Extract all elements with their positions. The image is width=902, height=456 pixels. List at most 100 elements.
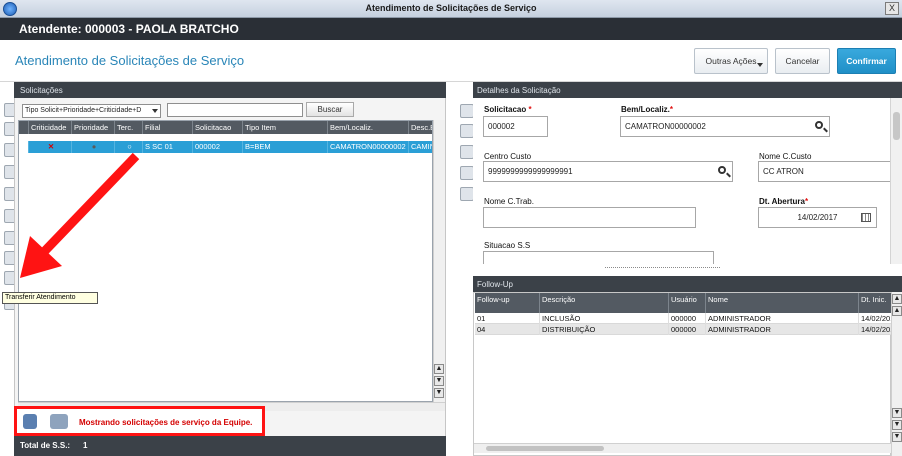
fu-cell-descricao: INCLUSÃO: [540, 313, 669, 324]
scroll-top-icon[interactable]: ▲: [892, 294, 902, 304]
grid-header: Criticidade Prioridade Terc. Filial Soli…: [19, 121, 432, 134]
team-icon[interactable]: [50, 414, 68, 429]
total-value: 1: [83, 441, 88, 450]
search-icon[interactable]: [815, 121, 823, 129]
col-usuario[interactable]: Usuário: [669, 293, 706, 313]
table-row[interactable]: 01 INCLUSÃO 000000 ADMINISTRADOR 14/02/2…: [475, 313, 892, 324]
col-solicitacao[interactable]: Solicitacao: [193, 121, 243, 134]
fu-cell-followup: 04: [475, 324, 540, 335]
chevron-down-icon: [757, 63, 763, 67]
total-footer: Total de S.S.: 1: [14, 436, 446, 456]
followup-vscroll[interactable]: ▲ ▲ ▼ ▼ ▼: [891, 292, 902, 456]
scroll-bottom-icon[interactable]: ▼: [434, 388, 444, 398]
cancel-button[interactable]: Cancelar: [775, 48, 830, 74]
col-dt-inic[interactable]: Dt. Inic.: [859, 293, 892, 313]
search-input[interactable]: [167, 103, 303, 117]
fu-cell-nome: ADMINISTRADOR: [706, 313, 859, 324]
solicitacao-label: Solicitacao *: [484, 105, 532, 114]
centro-custo-value: 9999999999999999991: [488, 167, 573, 176]
panel-splitter[interactable]: [605, 267, 720, 269]
outras-acoes-label: Outras Ações: [705, 56, 757, 66]
grid-header-blank: [19, 121, 29, 134]
nome-ctrab-label: Nome C.Trab.: [484, 197, 534, 206]
fu-cell-descricao: DISTRIBUIÇÃO: [540, 324, 669, 335]
col-criticidade[interactable]: Criticidade: [29, 121, 72, 134]
window-titlebar: Atendimento de Solicitações de Serviço X: [0, 0, 902, 18]
col-terc[interactable]: Terc.: [115, 121, 143, 134]
col-desc-bem[interactable]: Desc.B: [409, 121, 432, 134]
detalhes-body: Solicitacao * 000002 Bem/Localiz.* CAMAT…: [473, 98, 891, 264]
chevron-down-icon: [152, 109, 158, 113]
col-filial[interactable]: Filial: [143, 121, 193, 134]
dt-abertura-value: 14/02/2017: [797, 213, 838, 222]
followup-hscroll[interactable]: [474, 443, 891, 453]
document-icon[interactable]: [460, 145, 474, 159]
fu-cell-dt: 14/02/2017: [861, 325, 892, 334]
cell-desc: CAMINH: [411, 142, 432, 151]
nome-ccusto-label: Nome C.Custo: [759, 152, 812, 161]
fu-cell-nome: ADMINISTRADOR: [706, 324, 859, 335]
order-select[interactable]: Tipo Solicit+Prioridade+Criticidade+D: [22, 104, 161, 118]
calculator-icon[interactable]: [460, 187, 474, 201]
annotation-box: Mostrando solicitações de serviço da Equ…: [14, 406, 265, 436]
col-prioridade[interactable]: Prioridade: [72, 121, 115, 134]
fu-cell-usuario: 000000: [669, 324, 706, 335]
situacao-select[interactable]: [483, 251, 714, 264]
fu-cell-usuario: 000000: [669, 313, 706, 324]
col-bem-localiz[interactable]: Bem/Localiz.: [328, 121, 409, 134]
followup-header: Follow-Up: [473, 276, 902, 292]
scroll-up-icon[interactable]: ▲: [892, 306, 902, 316]
detalhes-vscroll[interactable]: [890, 98, 902, 264]
situacao-label: Situacao S.S: [484, 241, 531, 250]
col-followup[interactable]: Follow-up: [475, 293, 540, 313]
detalhes-header: Detalhes da Solicitação: [473, 82, 902, 98]
scroll-bottom-icon[interactable]: ▼: [892, 420, 902, 430]
dt-abertura-field[interactable]: 14/02/2017: [758, 207, 877, 228]
fu-cell-followup: 01: [475, 313, 540, 324]
cell-bem: CAMATRON00000002: [328, 141, 409, 153]
col-nome[interactable]: Nome: [706, 293, 859, 313]
scroll-down-icon[interactable]: ▼: [434, 376, 444, 386]
fu-cell-dt: 14/02/2017: [861, 314, 892, 323]
page-title: Atendimento de Solicitações de Serviço: [15, 53, 245, 68]
info-icon[interactable]: [460, 166, 474, 180]
col-descricao[interactable]: Descrição: [540, 293, 669, 313]
centro-custo-field[interactable]: 9999999999999999991: [483, 161, 733, 182]
gears-icon[interactable]: [460, 104, 474, 118]
attendant-header: Atendente: 000003 - PAOLA BRATCHO: [0, 18, 902, 40]
page-toolbar: Atendimento de Solicitações de Serviço O…: [0, 40, 902, 82]
cell-solicitacao: 000002: [193, 141, 243, 153]
scroll-end-icon[interactable]: ▼: [892, 432, 902, 442]
solicitacao-field[interactable]: 000002: [483, 116, 548, 137]
solicitacoes-vscroll[interactable]: ▲ ▼ ▼: [433, 120, 445, 402]
search-icon[interactable]: [718, 166, 726, 174]
annotation-arrow: [20, 152, 140, 278]
scroll-up-icon[interactable]: ▲: [434, 364, 444, 374]
nome-ctrab-field[interactable]: [483, 207, 696, 228]
solicitacoes-header: Solicitações: [14, 82, 446, 98]
total-label: Total de S.S.:: [20, 441, 71, 450]
status-message: Mostrando solicitações de serviço da Equ…: [79, 418, 253, 427]
attendant-label: Atendente: 000003 - PAOLA BRATCHO: [19, 22, 239, 36]
window-close-button[interactable]: X: [885, 2, 899, 15]
calendar-icon[interactable]: [861, 213, 871, 222]
user-icon[interactable]: [23, 414, 37, 429]
window-title: Atendimento de Solicitações de Serviço: [365, 3, 537, 13]
paint-icon[interactable]: [460, 124, 474, 138]
outras-acoes-button[interactable]: Outras Ações: [694, 48, 768, 74]
scroll-down-icon[interactable]: ▼: [892, 408, 902, 418]
followup-grid-header: Follow-up Descrição Usuário Nome Dt. Ini…: [475, 293, 892, 313]
order-select-value: Tipo Solicit+Prioridade+Criticidade+D: [25, 107, 142, 114]
table-row[interactable]: 04 DISTRIBUIÇÃO 000000 ADMINISTRADOR 14/…: [475, 324, 892, 335]
confirm-button[interactable]: Confirmar: [837, 48, 896, 74]
col-tipo-item[interactable]: Tipo Item: [243, 121, 328, 134]
bem-field[interactable]: CAMATRON00000002: [620, 116, 830, 137]
bem-label: Bem/Localiz.*: [621, 105, 674, 114]
followup-grid: Follow-up Descrição Usuário Nome Dt. Ini…: [473, 292, 892, 456]
scroll-thumb[interactable]: [893, 112, 900, 140]
search-button[interactable]: Buscar: [306, 102, 354, 117]
centro-custo-label: Centro Custo: [484, 152, 532, 161]
scroll-thumb[interactable]: [486, 446, 604, 451]
nome-ccusto-field[interactable]: CC ATRON: [758, 161, 891, 182]
cell-tipo-item: B=BEM: [243, 141, 328, 153]
